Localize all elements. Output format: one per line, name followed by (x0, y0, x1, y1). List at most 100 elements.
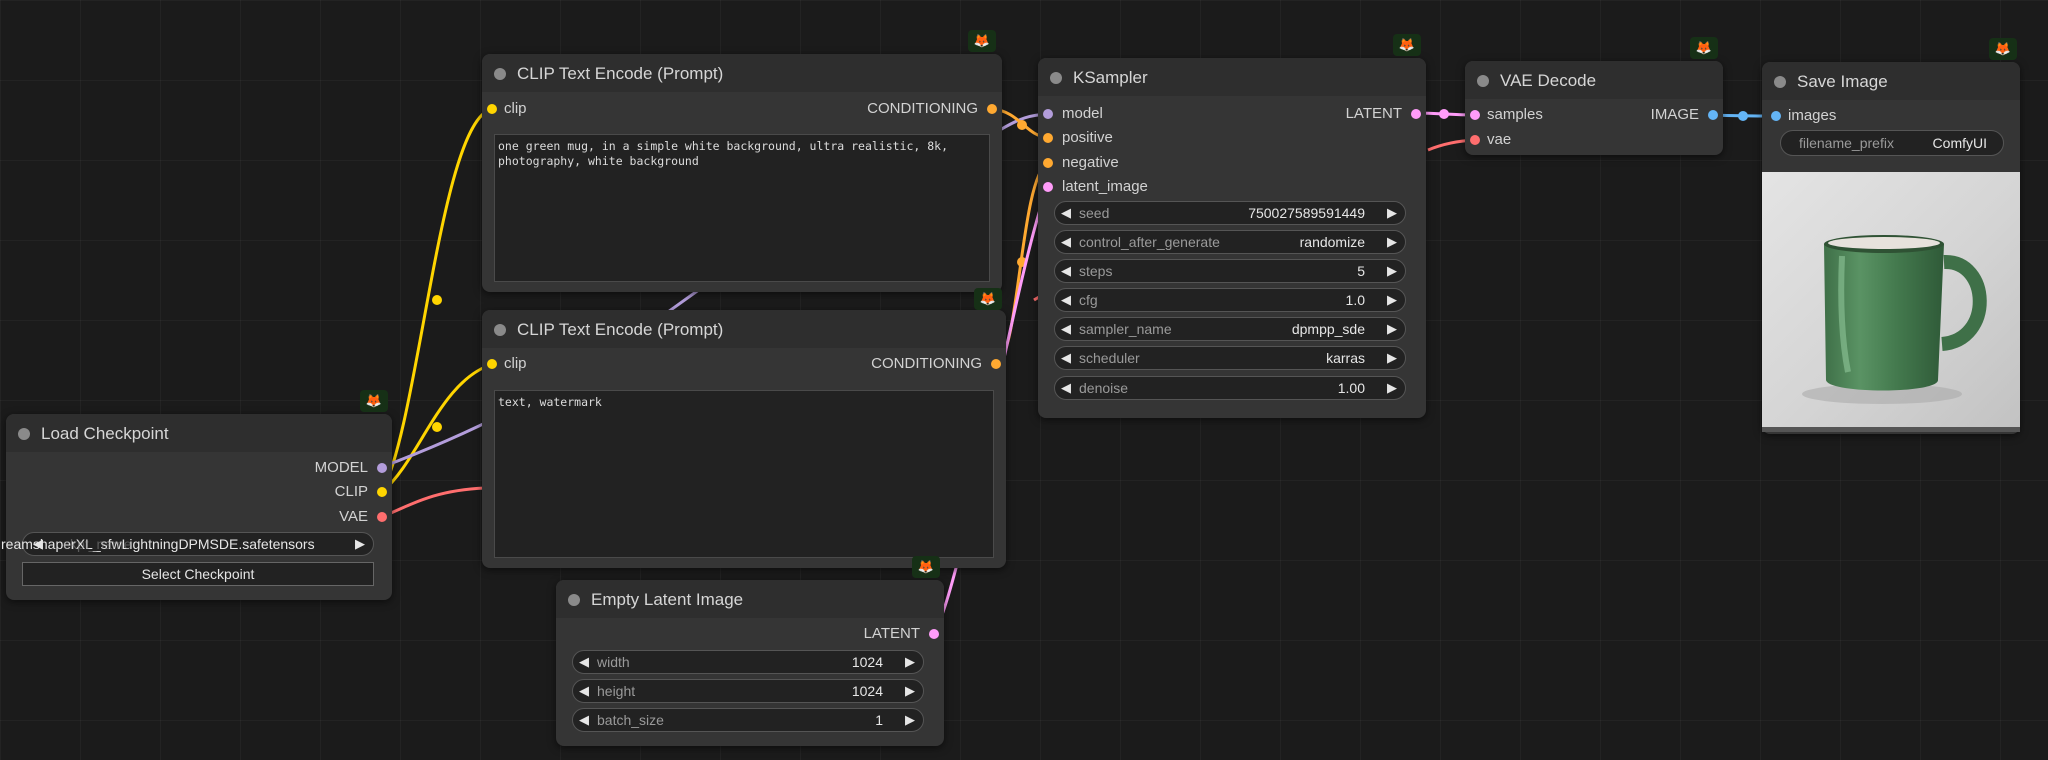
empty-latent-image-node[interactable]: Empty Latent Image LATENT ◀ width 1024 ▶… (556, 580, 944, 746)
node-title-bar[interactable]: KSampler (1038, 58, 1426, 96)
arrow-left-icon[interactable]: ◀ (1061, 350, 1071, 366)
ksampler-node[interactable]: KSampler model positive negative latent_… (1038, 58, 1426, 418)
node-title-bar[interactable]: Load Checkpoint (6, 414, 392, 452)
node-title: CLIP Text Encode (Prompt) (517, 320, 724, 339)
fox-badge-icon: 🦊 (1989, 38, 2017, 60)
arrow-left-icon[interactable]: ◀ (579, 683, 589, 699)
arrow-left-icon[interactable]: ◀ (579, 654, 589, 670)
latent-output-label: LATENT (863, 625, 920, 642)
load-checkpoint-node[interactable]: Load Checkpoint MODEL CLIP VAE ◀ reamsha… (1, 414, 392, 600)
widget-label: filename_prefix (1799, 135, 1894, 151)
negative-input-dot[interactable] (1043, 158, 1053, 168)
sampler-name-widget[interactable]: ◀ sampler_name dpmpp_sde ▶ (1054, 317, 1406, 341)
arrow-right-icon[interactable]: ▶ (1387, 380, 1397, 396)
vae-input-label: vae (1487, 131, 1512, 148)
widget-label: control_after_generate (1079, 234, 1220, 250)
node-title: CLIP Text Encode (Prompt) (517, 64, 724, 83)
arrow-right-icon[interactable]: ▶ (355, 536, 365, 552)
fox-badge-icon: 🦊 (912, 556, 940, 578)
arrow-left-icon[interactable]: ◀ (1061, 234, 1071, 250)
node-title: KSampler (1073, 68, 1148, 87)
arrow-left-icon[interactable]: ◀ (1061, 205, 1071, 221)
model-input-dot[interactable] (1043, 109, 1053, 119)
scheduler-widget[interactable]: ◀ scheduler karras ▶ (1054, 346, 1406, 370)
vae-input-dot[interactable] (1470, 135, 1480, 145)
widget-value: dpmpp_sde (1291, 321, 1365, 337)
arrow-right-icon[interactable]: ▶ (905, 712, 915, 728)
arrow-right-icon[interactable]: ▶ (1387, 350, 1397, 366)
width-widget[interactable]: ◀ width 1024 ▶ (572, 650, 924, 674)
node-title-bar[interactable]: Save Image (1762, 62, 2020, 100)
node-title-bar[interactable]: VAE Decode (1465, 61, 1723, 99)
images-input-dot[interactable] (1771, 111, 1781, 121)
positive-input-dot[interactable] (1043, 133, 1053, 143)
widget-value: 1.00 (1337, 380, 1365, 396)
clip-input-dot[interactable] (487, 104, 497, 114)
cfg-widget[interactable]: ◀ cfg 1.0 ▶ (1054, 288, 1406, 312)
arrow-left-icon[interactable]: ◀ (1061, 263, 1071, 279)
steps-widget[interactable]: ◀ steps 5 ▶ (1054, 259, 1406, 283)
arrow-right-icon[interactable]: ▶ (1387, 292, 1397, 308)
arrow-left-icon[interactable]: ◀ (1061, 292, 1071, 308)
collapse-dot-icon[interactable] (1477, 75, 1489, 87)
height-widget[interactable]: ◀ height 1024 ▶ (572, 679, 924, 703)
positive-input-label: positive (1062, 129, 1113, 146)
prompt-textarea[interactable]: text, watermark (494, 390, 994, 558)
latent-image-input-dot[interactable] (1043, 182, 1053, 192)
save-image-node[interactable]: Save Image images filename_prefix ComfyU… (1762, 62, 2020, 434)
fox-badge-icon: 🦊 (974, 288, 1002, 310)
collapse-dot-icon[interactable] (494, 68, 506, 80)
arrow-right-icon[interactable]: ▶ (1387, 263, 1397, 279)
node-title-bar[interactable]: CLIP Text Encode (Prompt) (482, 310, 1006, 348)
image-output-dot[interactable] (1708, 110, 1718, 120)
vae-output-label: VAE (339, 508, 368, 525)
widget-value: 750027589591449 (1248, 205, 1365, 221)
images-input-label: images (1788, 107, 1837, 124)
ckpt-name-label: ckpt_name (63, 536, 132, 552)
conditioning-output-dot[interactable] (991, 359, 1001, 369)
connection-wires (380, 107, 1776, 635)
conditioning-output-dot[interactable] (987, 104, 997, 114)
collapse-dot-icon[interactable] (1050, 72, 1062, 84)
control-after-generate-widget[interactable]: ◀ control_after_generate randomize ▶ (1054, 230, 1406, 254)
latent-output-dot[interactable] (929, 629, 939, 639)
collapse-dot-icon[interactable] (494, 324, 506, 336)
batch-size-widget[interactable]: ◀ batch_size 1 ▶ (572, 708, 924, 732)
arrow-right-icon[interactable]: ▶ (1387, 234, 1397, 250)
widget-label: denoise (1079, 380, 1129, 396)
green-mug-image (1802, 235, 1987, 404)
filename-prefix-widget[interactable]: filename_prefix ComfyUI (1780, 130, 2004, 156)
denoise-widget[interactable]: ◀ denoise 1.00 ▶ (1054, 376, 1406, 400)
arrow-right-icon[interactable]: ▶ (1387, 205, 1397, 221)
vae-output-dot[interactable] (377, 512, 387, 522)
arrow-right-icon[interactable]: ▶ (905, 654, 915, 670)
collapse-dot-icon[interactable] (568, 594, 580, 606)
image-output-label: IMAGE (1650, 106, 1699, 123)
clip-input-dot[interactable] (487, 359, 497, 369)
select-checkpoint-button[interactable]: Select Checkpoint (22, 562, 374, 586)
arrow-left-icon[interactable]: ◀ (1061, 321, 1071, 337)
seed-widget[interactable]: ◀ seed 750027589591449 ▶ (1054, 201, 1406, 225)
widget-label: batch_size (597, 712, 664, 728)
latent-output-dot[interactable] (1411, 109, 1421, 119)
node-title-bar[interactable]: Empty Latent Image (556, 580, 944, 618)
clip-text-encode-positive-node[interactable]: CLIP Text Encode (Prompt) clip CONDITION… (482, 54, 1002, 292)
collapse-dot-icon[interactable] (1774, 76, 1786, 88)
arrow-right-icon[interactable]: ▶ (1387, 321, 1397, 337)
model-output-dot[interactable] (377, 463, 387, 473)
vae-decode-node[interactable]: VAE Decode samples vae IMAGE (1465, 61, 1723, 155)
ckpt-name-combo[interactable]: ◀ reamshaperXL_sfwLightningDPMSDE.safete… (1, 532, 374, 556)
node-title-bar[interactable]: CLIP Text Encode (Prompt) (482, 54, 1002, 92)
samples-input-dot[interactable] (1470, 110, 1480, 120)
widget-label: height (597, 683, 636, 699)
collapse-dot-icon[interactable] (18, 428, 30, 440)
clip-output-dot[interactable] (377, 487, 387, 497)
model-output-label: MODEL (314, 459, 368, 476)
negative-input-label: negative (1062, 154, 1119, 171)
prompt-textarea[interactable]: one green mug, in a simple white backgro… (494, 134, 990, 282)
output-image-preview[interactable] (1762, 172, 2020, 432)
arrow-left-icon[interactable]: ◀ (579, 712, 589, 728)
arrow-right-icon[interactable]: ▶ (905, 683, 915, 699)
arrow-left-icon[interactable]: ◀ (1061, 380, 1071, 396)
clip-text-encode-negative-node[interactable]: CLIP Text Encode (Prompt) clip CONDITION… (482, 310, 1006, 568)
